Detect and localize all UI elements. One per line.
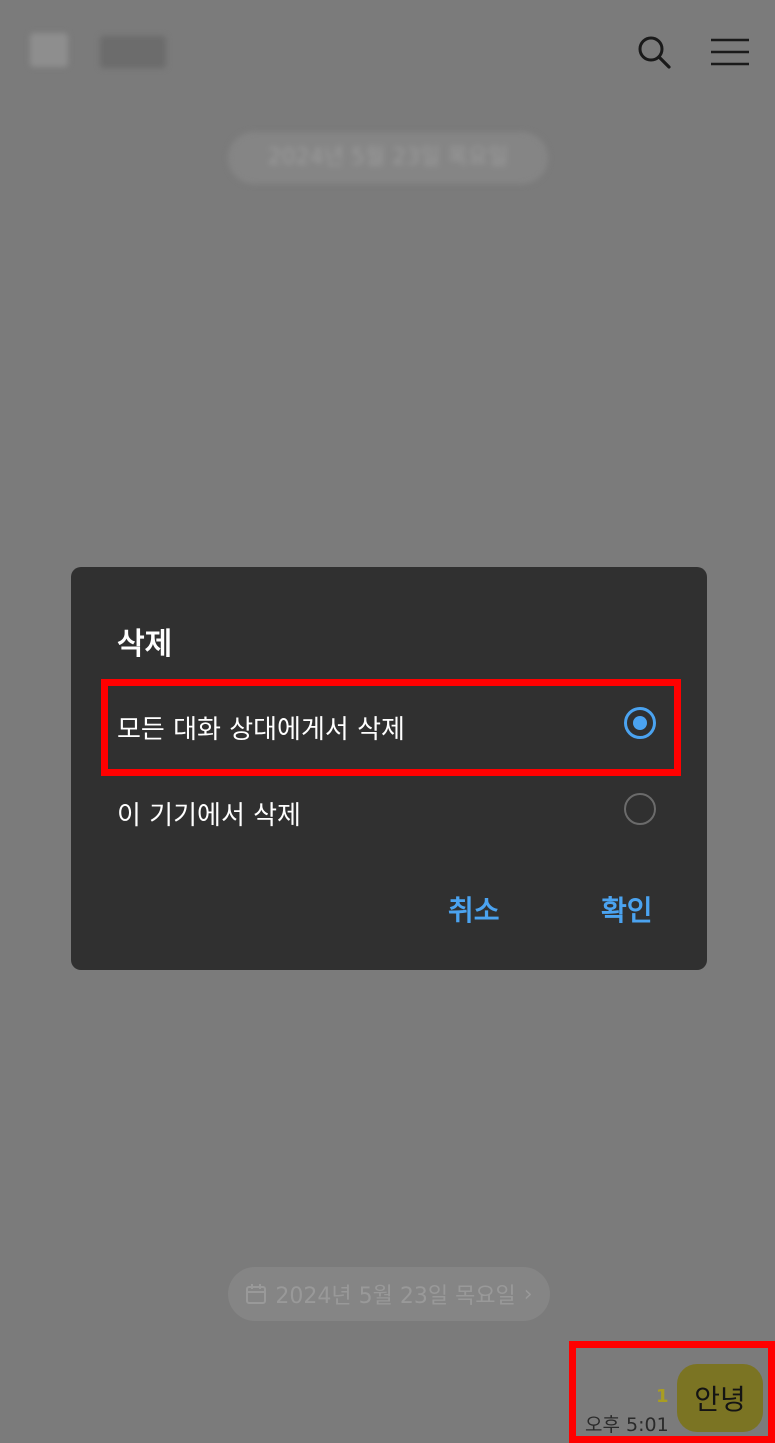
delete-dialog: 삭제 모든 대화 상대에게서 삭제 이 기기에서 삭제 취소 확인 (71, 567, 707, 970)
date-divider[interactable]: 2024년 5월 23일 목요일 › (228, 1267, 550, 1321)
chevron-right-icon: › (523, 1281, 533, 1307)
calendar-icon (246, 1284, 267, 1304)
radio-unselected-icon[interactable] (624, 793, 656, 825)
chat-header (0, 0, 775, 100)
date-divider-blurred: 2024년 5월 23일 목요일 (228, 132, 548, 184)
unread-count: 1 (656, 1386, 669, 1407)
search-button[interactable] (632, 30, 676, 74)
date-divider-label: 2024년 5월 23일 목요일 (275, 1284, 516, 1309)
menu-button[interactable] (708, 30, 752, 74)
dialog-title: 삭제 (117, 627, 173, 662)
confirm-button[interactable]: 확인 (601, 889, 653, 929)
message-text: 안녕 (694, 1383, 746, 1416)
option-delete-for-everyone[interactable]: 모든 대화 상대에게서 삭제 (71, 687, 707, 767)
message-bubble[interactable]: 안녕 (677, 1364, 763, 1432)
hamburger-menu-icon (711, 38, 749, 66)
cancel-button[interactable]: 취소 (448, 889, 500, 929)
option-delete-on-this-device[interactable]: 이 기기에서 삭제 (71, 773, 707, 853)
search-icon (638, 36, 671, 69)
chat-room-name (100, 36, 166, 68)
radio-selected-icon[interactable] (624, 707, 656, 739)
option-label: 모든 대화 상대에게서 삭제 (117, 715, 405, 745)
message-time: 오후 5:01 (585, 1414, 669, 1436)
back-button[interactable] (30, 33, 68, 67)
option-label: 이 기기에서 삭제 (117, 801, 301, 831)
date-divider-label: 2024년 5월 23일 목요일 (267, 145, 509, 170)
